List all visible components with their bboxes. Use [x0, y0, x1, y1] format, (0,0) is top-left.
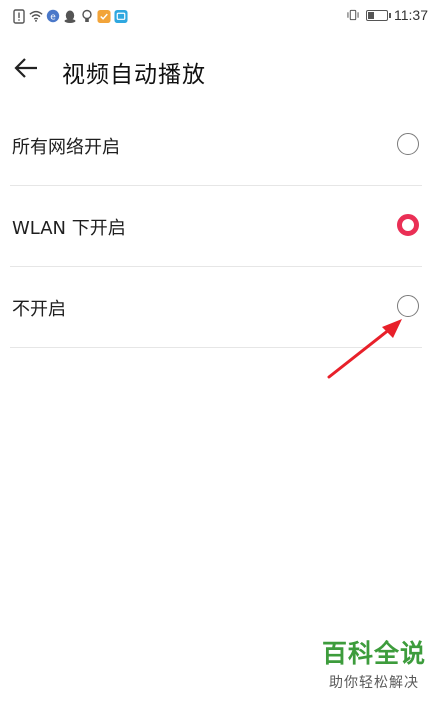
status-icons-left: e [12, 8, 128, 24]
option-label: 所有网络开启 [12, 137, 120, 158]
page-title: 视频自动播放 [62, 62, 206, 88]
watermark-tagline: 助你轻松解决 [328, 675, 419, 691]
arrow-left-icon [13, 57, 39, 83]
watermark: 百科全说 助你轻松解决 [322, 634, 426, 692]
svg-text:e: e [50, 12, 56, 22]
app-icon: e [46, 8, 60, 24]
wifi-icon [29, 8, 43, 24]
shield-app-icon [97, 8, 111, 24]
qq-icon [63, 8, 77, 24]
tv-app-icon [114, 8, 128, 24]
battery-icon [366, 9, 391, 21]
radio-button[interactable] [397, 295, 419, 317]
annotation-arrow-icon [320, 315, 410, 389]
back-button[interactable] [8, 52, 44, 88]
option-list: 所有网络开启 WLAN 下开启 不开启 [10, 105, 422, 348]
watermark-brand: 百科全说 [321, 639, 426, 668]
option-wlan-only[interactable]: WLAN 下开启 [10, 186, 422, 267]
status-time: 11:37 [394, 7, 428, 23]
option-label: 不开启 [12, 299, 66, 320]
bulb-icon [80, 8, 94, 24]
alert-icon [12, 8, 26, 24]
status-bar: e 11:37 [0, 0, 442, 34]
radio-button[interactable] [397, 133, 419, 155]
radio-button[interactable] [397, 214, 419, 236]
option-label: WLAN 下开启 [12, 218, 126, 239]
app-bar: 视频自动播放 [0, 40, 442, 100]
option-all-networks[interactable]: 所有网络开启 [10, 105, 422, 186]
status-icons-right: 11:37 [346, 7, 428, 23]
battery-level [368, 11, 374, 19]
vibrate-icon [346, 7, 360, 23]
